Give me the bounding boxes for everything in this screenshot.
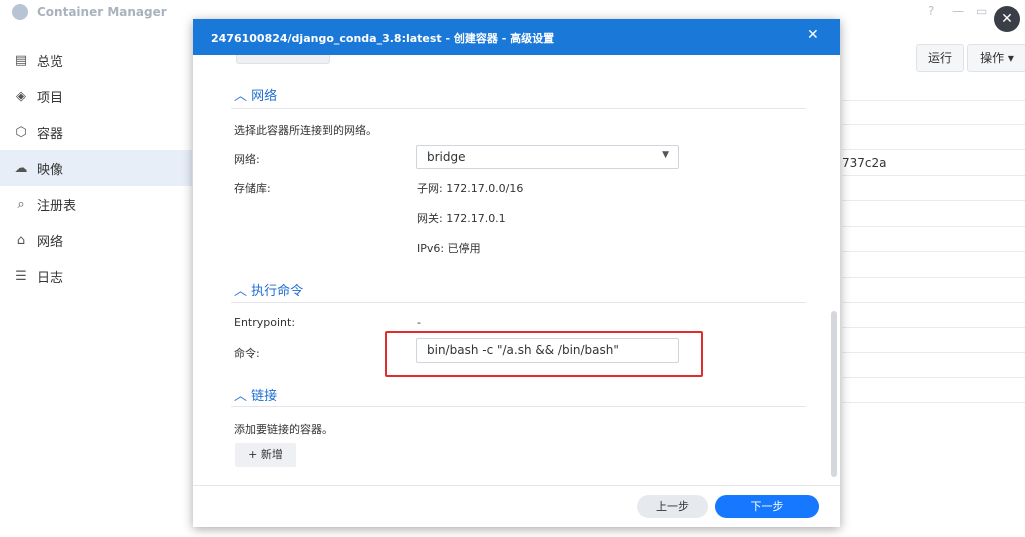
table-row-divider xyxy=(842,352,1025,353)
storage-label: 存储库: xyxy=(234,182,271,195)
section-divider xyxy=(231,302,806,303)
network-label: 网络: xyxy=(234,153,260,166)
sidebar-item-label: 容器 xyxy=(37,126,64,142)
table-row-divider xyxy=(842,251,1025,252)
section-heading: 链接 xyxy=(251,389,278,404)
network-section-toggle[interactable]: ︿ 网络 xyxy=(234,85,277,104)
link-section-toggle[interactable]: ︿ 链接 xyxy=(234,385,277,404)
app-title: Container Manager xyxy=(37,5,167,19)
red-highlight-box xyxy=(385,331,703,377)
sidebar-item-label: 日志 xyxy=(37,270,64,286)
overview-icon: ▤ xyxy=(14,52,28,68)
dialog-close-icon[interactable]: ✕ xyxy=(807,27,819,43)
sidebar: ▤ 总览 ◈ 项目 ⬡ 容器 ☁ 映像 ⌕ 注册表 ⌂ 网络 ☰ 日志 xyxy=(0,42,192,294)
table-row-divider xyxy=(842,402,1025,403)
dialog-title: 2476100824/django_conda_3.8:latest - 创建容… xyxy=(211,32,555,45)
image-id-fragment: 737c2a xyxy=(842,156,887,170)
table-row-divider xyxy=(842,302,1025,303)
sidebar-item-log[interactable]: ☰ 日志 xyxy=(0,258,192,294)
table-row-divider xyxy=(842,377,1025,378)
add-link-button[interactable]: + 新增 xyxy=(235,443,296,467)
table-row-divider xyxy=(842,327,1025,328)
project-icon: ◈ xyxy=(16,88,26,104)
sidebar-item-registry[interactable]: ⌕ 注册表 xyxy=(0,186,192,222)
section-heading: 执行命令 xyxy=(251,284,304,299)
sidebar-item-label: 映像 xyxy=(37,162,64,178)
window-close-button[interactable]: ✕ xyxy=(994,6,1020,32)
sidebar-item-container[interactable]: ⬡ 容器 xyxy=(0,114,192,150)
network-select-value: bridge xyxy=(427,150,466,164)
action-menu-button[interactable]: 操作 ▾ xyxy=(967,44,1025,72)
table-row-divider xyxy=(842,149,1025,150)
footer-divider xyxy=(193,485,840,486)
exec-section-toggle[interactable]: ︿ 执行命令 xyxy=(234,280,303,299)
entrypoint-value: - xyxy=(417,316,421,329)
table-row-divider xyxy=(842,277,1025,278)
dialog-scrollbar[interactable] xyxy=(831,311,837,477)
section-heading: 网络 xyxy=(251,89,278,104)
link-description: 添加要链接的容器。 xyxy=(234,423,333,436)
ipv6-value: IPv6: 已停用 xyxy=(417,242,481,255)
advanced-settings-dialog: 2476100824/django_conda_3.8:latest - 创建容… xyxy=(193,19,840,527)
section-divider xyxy=(231,406,806,407)
sidebar-item-label: 网络 xyxy=(37,234,64,250)
table-row-divider xyxy=(842,100,1025,101)
registry-icon: ⌕ xyxy=(17,196,25,212)
sidebar-item-label: 注册表 xyxy=(37,198,77,214)
dialog-header: 2476100824/django_conda_3.8:latest - 创建容… xyxy=(193,19,840,55)
run-button[interactable]: 运行 xyxy=(916,44,964,72)
sidebar-item-network[interactable]: ⌂ 网络 xyxy=(0,222,192,258)
chevron-up-icon: ︿ xyxy=(234,389,248,404)
previous-step-button[interactable]: 上一步 xyxy=(637,495,708,518)
minimize-button[interactable]: — xyxy=(952,4,964,18)
sidebar-item-label: 总览 xyxy=(37,54,64,70)
table-row-divider xyxy=(842,200,1025,201)
network-select[interactable]: bridge ▼ xyxy=(416,145,679,169)
section-divider xyxy=(231,108,806,109)
log-icon: ☰ xyxy=(15,268,27,284)
table-row-divider xyxy=(842,124,1025,125)
maximize-button[interactable]: ▭ xyxy=(976,4,987,18)
gateway-value: 网关: 172.17.0.1 xyxy=(417,212,506,225)
table-row-divider xyxy=(842,175,1025,176)
sidebar-item-image[interactable]: ☁ 映像 xyxy=(0,150,192,186)
entrypoint-label: Entrypoint: xyxy=(234,316,296,329)
subnet-value: 子网: 172.17.0.0/16 xyxy=(417,182,524,195)
partially-hidden-button[interactable] xyxy=(236,55,330,64)
sidebar-item-label: 项目 xyxy=(37,90,64,106)
network-description: 选择此容器所连接到的网络。 xyxy=(234,124,377,137)
container-icon: ⬡ xyxy=(15,124,27,140)
sidebar-item-project[interactable]: ◈ 项目 xyxy=(0,78,192,114)
chevron-up-icon: ︿ xyxy=(234,89,248,104)
chevron-up-icon: ︿ xyxy=(234,284,248,299)
network-icon: ⌂ xyxy=(16,232,26,248)
table-row-divider xyxy=(842,226,1025,227)
sidebar-item-overview[interactable]: ▤ 总览 xyxy=(0,42,192,78)
image-icon: ☁ xyxy=(14,160,28,176)
help-button[interactable]: ? xyxy=(928,4,934,18)
container-manager-logo-icon xyxy=(12,4,28,20)
dropdown-arrow-icon: ▼ xyxy=(662,150,669,160)
next-step-button[interactable]: 下一步 xyxy=(715,495,819,518)
command-label: 命令: xyxy=(234,347,260,360)
